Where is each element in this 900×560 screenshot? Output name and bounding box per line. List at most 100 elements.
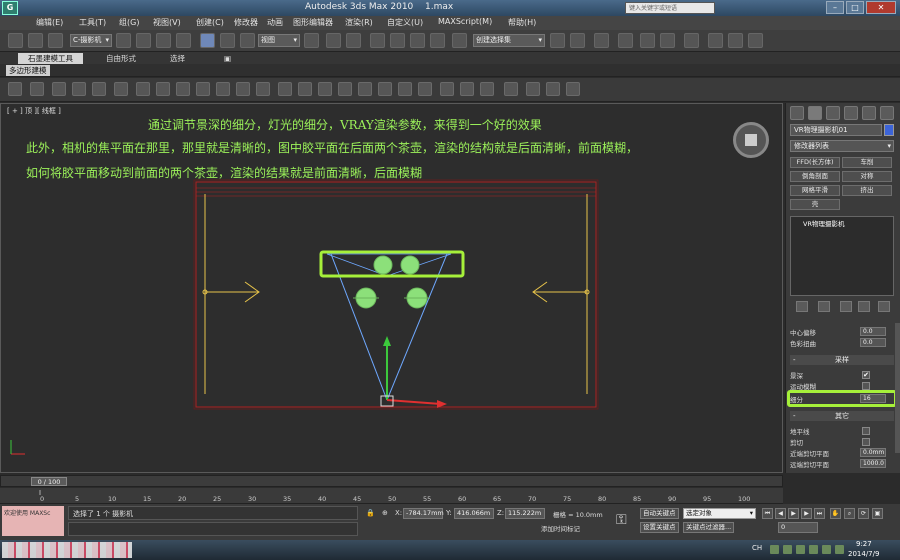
horizon-checkbox[interactable] (862, 427, 870, 435)
tool-icon[interactable] (480, 82, 494, 96)
snap-icon[interactable] (370, 33, 385, 48)
menu-help[interactable]: 帮助(H) (508, 17, 536, 28)
tab-freeform[interactable]: 自由形式 (96, 53, 146, 64)
display-tab-icon[interactable] (862, 106, 876, 120)
selection-filter-dropdown[interactable]: C-摄影机 (70, 34, 112, 47)
material-editor-icon[interactable] (684, 33, 699, 48)
menu-graph-editors[interactable]: 图形编辑器 (293, 17, 333, 28)
rotate-icon[interactable] (220, 33, 235, 48)
tool-icon[interactable] (418, 82, 432, 96)
remove-modifier-icon[interactable] (858, 301, 870, 312)
flag-icon[interactable] (809, 545, 818, 554)
create-tab-icon[interactable] (790, 106, 804, 120)
tool-icon[interactable] (378, 82, 392, 96)
render-setup-icon[interactable] (708, 33, 723, 48)
goto-end-icon[interactable]: ⏭ (814, 508, 825, 519)
prev-frame-icon[interactable]: ◀ (775, 508, 786, 519)
network-icon[interactable] (796, 545, 805, 554)
select-link-icon[interactable] (28, 33, 43, 48)
ref-coord-dropdown[interactable]: 视图 (258, 34, 300, 47)
tool-icon[interactable] (52, 82, 66, 96)
input-language[interactable]: CH (752, 544, 762, 552)
zoom-icon[interactable]: ⌕ (844, 508, 855, 519)
percent-snap-icon[interactable] (410, 33, 425, 48)
modifier-button[interactable]: 车削 (842, 157, 892, 168)
move-icon[interactable] (200, 33, 215, 48)
edit-named-sel-icon[interactable] (452, 33, 467, 48)
tool-icon[interactable] (30, 82, 44, 96)
tool-icon[interactable] (318, 82, 332, 96)
undo-icon[interactable] (8, 33, 23, 48)
make-unique-icon[interactable] (840, 301, 852, 312)
modify-tab-icon[interactable] (808, 106, 822, 120)
distortion-field[interactable]: 0.0 (860, 338, 886, 347)
center-shift-field[interactable]: 0.0 (860, 327, 886, 336)
modifier-button[interactable]: 对称 (842, 171, 892, 182)
tool-icon[interactable] (8, 82, 22, 96)
app-logo-icon[interactable]: G (2, 1, 18, 15)
menu-tools[interactable]: 工具(T) (79, 17, 106, 28)
time-slider[interactable]: 0 / 100 (0, 475, 783, 487)
tool-icon[interactable] (546, 82, 560, 96)
polygon-modeling-label[interactable]: 多边形建模 (6, 65, 50, 76)
close-icon[interactable]: ✕ (866, 1, 896, 14)
utilities-tab-icon[interactable] (880, 106, 894, 120)
maxscript-listener[interactable]: 欢迎使用 MAXSc (2, 506, 64, 536)
menu-create[interactable]: 创建(C) (196, 17, 224, 28)
rollout-sampling[interactable]: 采样 (790, 355, 894, 365)
tool-icon[interactable] (298, 82, 312, 96)
far-clip-field[interactable]: 1000.0 (860, 459, 886, 468)
tab-graphite[interactable]: 石墨建模工具 (18, 53, 83, 64)
graphite-toggle-icon[interactable] (618, 33, 633, 48)
tool-icon[interactable] (460, 82, 474, 96)
pan-icon[interactable]: ✋ (830, 508, 841, 519)
pivot-icon[interactable] (304, 33, 319, 48)
object-color-swatch[interactable] (884, 124, 894, 136)
tool-icon[interactable] (114, 82, 128, 96)
minimize-icon[interactable]: – (826, 1, 844, 14)
top-viewport[interactable]: [ + ] 顶 ][ 线框 ] 通过调节景深的细分，灯光的细分，VRAY渲染参数… (0, 103, 783, 473)
rendered-frame-icon[interactable] (728, 33, 743, 48)
mirror-icon[interactable] (550, 33, 565, 48)
modifier-button[interactable]: 壳 (790, 199, 840, 210)
select-object-icon[interactable] (116, 33, 131, 48)
menu-edit[interactable]: 编辑(E) (36, 17, 63, 28)
tool-icon[interactable] (278, 82, 292, 96)
configure-sets-icon[interactable] (878, 301, 890, 312)
motion-tab-icon[interactable] (844, 106, 858, 120)
tool-icon[interactable] (216, 82, 230, 96)
clock-time[interactable]: 9:27 (856, 540, 872, 548)
rollout-misc[interactable]: 其它 (790, 411, 894, 421)
tool-icon[interactable] (504, 82, 518, 96)
tool-icon[interactable] (358, 82, 372, 96)
tool-icon[interactable] (236, 82, 250, 96)
rect-selection-icon[interactable] (156, 33, 171, 48)
tray-icon[interactable] (835, 545, 844, 554)
unlink-icon[interactable] (48, 33, 63, 48)
goto-start-icon[interactable]: ⏮ (762, 508, 773, 519)
lock-icon[interactable]: 🔒 (366, 509, 375, 517)
tool-icon[interactable] (176, 82, 190, 96)
x-coord-field[interactable]: -784.17mm (403, 508, 444, 519)
select-by-name-icon[interactable] (136, 33, 151, 48)
viewcube-icon[interactable] (733, 122, 769, 158)
layer-manager-icon[interactable] (594, 33, 609, 48)
key-selection-dropdown[interactable]: 选定对象 (683, 508, 756, 519)
menu-maxscript[interactable]: MAXScript(M) (438, 17, 492, 26)
modifier-button[interactable]: 挤出 (842, 185, 892, 196)
object-name-field[interactable]: VR物理摄影机01 (790, 124, 882, 136)
scale-icon[interactable] (240, 33, 255, 48)
play-icon[interactable]: ▶ (788, 508, 799, 519)
keyboard-shortcut-icon[interactable] (346, 33, 361, 48)
modifier-list-dropdown[interactable]: 修改器列表 (790, 140, 894, 152)
maximize-viewport-icon[interactable]: ▣ (872, 508, 883, 519)
panel-scrollbar[interactable] (895, 323, 900, 453)
volume-icon[interactable] (822, 545, 831, 554)
spinner-snap-icon[interactable] (430, 33, 445, 48)
modifier-stack[interactable]: VR物理摄影机 (790, 216, 894, 296)
hierarchy-tab-icon[interactable] (826, 106, 840, 120)
tool-icon[interactable] (92, 82, 106, 96)
tool-icon[interactable] (526, 82, 540, 96)
menu-views[interactable]: 视图(V) (153, 17, 181, 28)
help-search-input[interactable]: 键入关键字或短语 (625, 2, 715, 14)
